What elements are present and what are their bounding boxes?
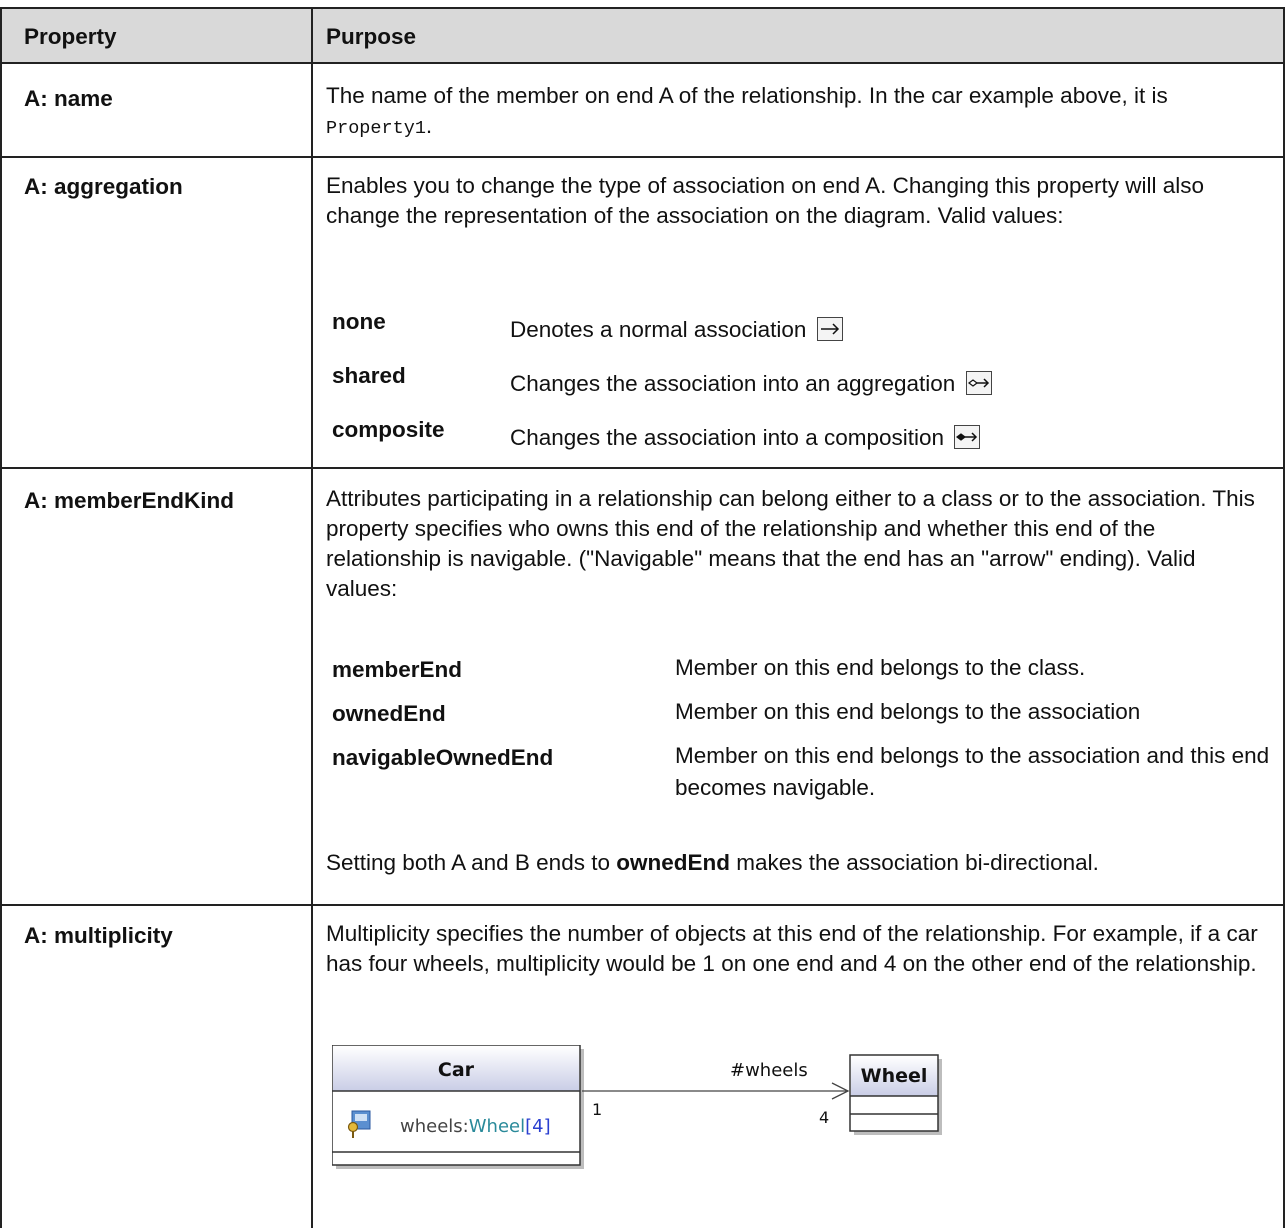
value-navigableownedend-desc: Member on this end belongs to the associ… <box>675 743 1270 800</box>
note-bidirectional: Setting both A and B ends to ownedEnd ma… <box>326 850 1099 875</box>
value-composite: composite <box>332 417 445 442</box>
value-shared-desc: Changes the association into an aggregat… <box>510 368 992 400</box>
header-purpose: Purpose <box>326 24 417 49</box>
value-none: none <box>332 309 386 334</box>
uml-class-wheel-name: Wheel <box>861 1065 928 1087</box>
value-memberend: memberEnd <box>332 657 463 682</box>
header-property: Property <box>24 24 117 49</box>
property-aggregation: A: aggregation <box>24 174 183 199</box>
uml-class-car-name: Car <box>438 1059 475 1081</box>
uml-class-car: Car wheels:Wheel[4] <box>332 1045 584 1169</box>
property-memberendkind: A: memberEndKind <box>24 488 235 513</box>
value-none-desc: Denotes a normal association <box>510 314 843 346</box>
table-header-row <box>2 9 1285 63</box>
property-name: A: name <box>24 86 113 111</box>
uml-multiplicity-a: 1 <box>592 1100 602 1119</box>
composition-filled-diamond-icon <box>954 425 981 449</box>
purpose-name: The name of the member on end A of the r… <box>326 83 1168 139</box>
purpose-multiplicity: Multiplicity specifies the number of obj… <box>326 921 1258 976</box>
uml-multiplicity-b: 4 <box>819 1108 829 1127</box>
purpose-memberendkind: Attributes participating in a relationsh… <box>326 486 1255 601</box>
uml-role-label: #wheels <box>730 1060 808 1081</box>
value-navigableownedend: navigableOwnedEnd <box>332 745 554 770</box>
association-arrow-icon <box>816 317 843 341</box>
purpose-aggregation: Enables you to change the type of associ… <box>326 173 1205 228</box>
value-shared: shared <box>332 363 406 388</box>
property-multiplicity: A: multiplicity <box>24 923 173 948</box>
value-memberend-desc: Member on this end belongs to the class. <box>675 655 1086 680</box>
uml-multiplicity-diagram: Car wheels:Wheel[4] #wheels 1 4 Wheel <box>332 1045 942 1169</box>
value-ownedend-desc: Member on this end belongs to the associ… <box>675 699 1141 724</box>
property-table: Property Purpose A: name The name of the… <box>0 0 1285 1228</box>
value-ownedend: ownedEnd <box>332 701 446 726</box>
code-property1: Property1 <box>326 118 426 139</box>
uml-attribute: wheels:Wheel[4] <box>400 1116 551 1137</box>
value-composite-desc: Changes the association into a compositi… <box>510 422 981 454</box>
uml-class-wheel: Wheel <box>849 1054 942 1135</box>
aggregation-hollow-diamond-icon <box>965 371 992 395</box>
